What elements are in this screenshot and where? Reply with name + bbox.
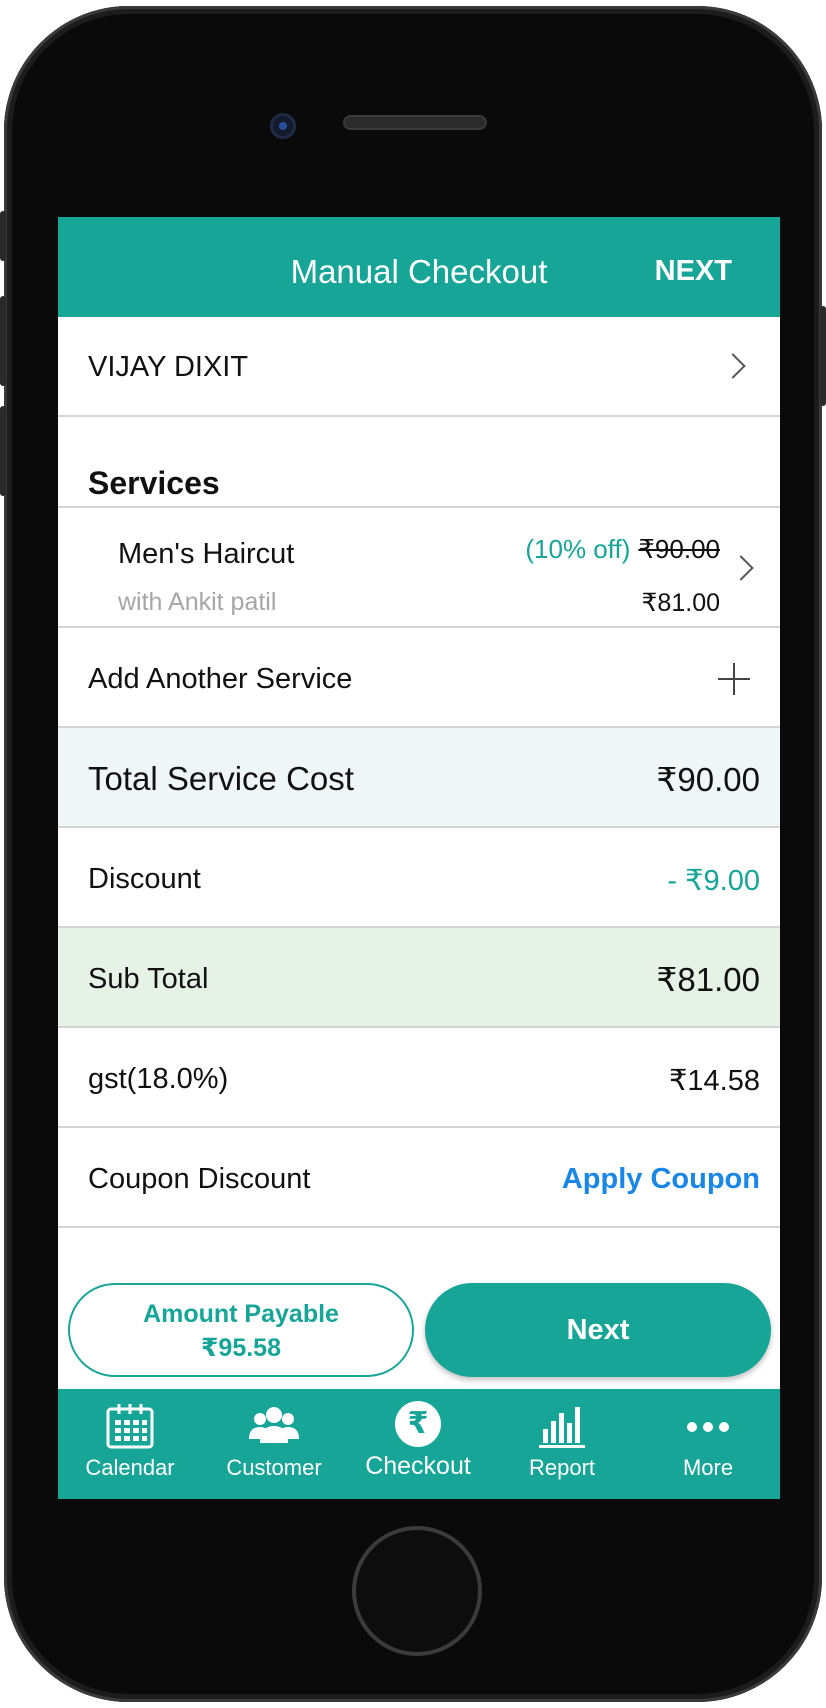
- tab-calendar[interactable]: Calendar: [58, 1389, 202, 1499]
- subtotal-label: Sub Total: [88, 963, 209, 995]
- services-heading: Services: [88, 465, 220, 501]
- tab-label: More: [682, 1455, 734, 1480]
- gst-label: gst(18.0%): [88, 1063, 229, 1095]
- customer-row[interactable]: VIJAY DIXIT: [58, 317, 780, 417]
- customer-name: VIJAY DIXIT: [88, 351, 249, 383]
- add-service-row[interactable]: Add Another Service: [58, 628, 780, 728]
- total-label: Total Service Cost: [88, 760, 354, 797]
- discount-label: Discount: [88, 863, 201, 895]
- original-price: ₹90.00: [638, 534, 720, 564]
- bar-chart-icon: [539, 1407, 585, 1448]
- gst-row: gst(18.0%) ₹14.58: [58, 1028, 780, 1128]
- coupon-label: Coupon Discount: [88, 1163, 311, 1195]
- header-next-button[interactable]: NEXT: [655, 255, 732, 288]
- rupee-icon: ₹: [395, 1401, 441, 1447]
- apply-coupon-link[interactable]: Apply Coupon: [562, 1163, 760, 1196]
- tab-label: Checkout: [365, 1452, 471, 1480]
- volume-down-button: [0, 406, 6, 496]
- amount-payable-label: Amount Payable: [143, 1300, 339, 1328]
- tab-more[interactable]: More: [636, 1389, 780, 1499]
- front-camera: [270, 113, 296, 139]
- chevron-right-icon: [720, 353, 746, 379]
- discount-percent: (10% off): [525, 534, 631, 564]
- tab-label: Customer: [226, 1455, 322, 1480]
- next-button[interactable]: Next: [425, 1283, 771, 1377]
- final-price: ₹81.00: [641, 589, 720, 617]
- discount-value: - ₹9.00: [667, 865, 760, 897]
- amount-payable-value: ₹95.58: [201, 1334, 281, 1362]
- calendar-icon: [106, 1404, 154, 1449]
- total-value: ₹90.00: [656, 761, 760, 798]
- service-item[interactable]: Men's Haircut with Ankit patil (10% off)…: [58, 508, 780, 628]
- home-button[interactable]: [352, 1526, 482, 1656]
- app-header: Manual Checkout NEXT: [58, 217, 780, 317]
- subtotal-value: ₹81.00: [656, 961, 760, 998]
- bottom-tab-bar: Calendar Customer ₹ Checkout Report More: [58, 1389, 780, 1499]
- customers-icon: [249, 1407, 299, 1443]
- tab-report[interactable]: Report: [490, 1389, 634, 1499]
- total-service-cost-row: Total Service Cost ₹90.00: [58, 728, 780, 828]
- phone-frame: Manual Checkout NEXT VIJAY DIXIT Service…: [0, 6, 826, 1702]
- earpiece-speaker: [343, 115, 487, 130]
- gst-value: ₹14.58: [668, 1065, 760, 1097]
- add-service-label: Add Another Service: [88, 663, 353, 695]
- amount-payable-pill: Amount Payable ₹95.58: [68, 1283, 414, 1377]
- plus-icon: [718, 663, 750, 695]
- tab-label: Calendar: [85, 1455, 175, 1480]
- chevron-right-icon: [728, 555, 754, 581]
- service-staff: with Ankit patil: [118, 588, 277, 616]
- app-screen: Manual Checkout NEXT VIJAY DIXIT Service…: [58, 217, 780, 1499]
- subtotal-row: Sub Total ₹81.00: [58, 928, 780, 1028]
- more-dots-icon: [687, 1422, 729, 1432]
- service-name: Men's Haircut: [118, 538, 295, 570]
- volume-up-button: [0, 296, 6, 386]
- mute-switch: [0, 211, 6, 261]
- discount-row: Discount - ₹9.00: [58, 828, 780, 928]
- tab-customer[interactable]: Customer: [202, 1389, 346, 1499]
- coupon-row: Coupon Discount Apply Coupon: [58, 1128, 780, 1228]
- tab-checkout[interactable]: ₹ Checkout: [346, 1389, 490, 1499]
- power-button: [820, 306, 826, 406]
- service-discount: (10% off) ₹90.00: [525, 534, 720, 565]
- tab-label: Report: [528, 1455, 596, 1480]
